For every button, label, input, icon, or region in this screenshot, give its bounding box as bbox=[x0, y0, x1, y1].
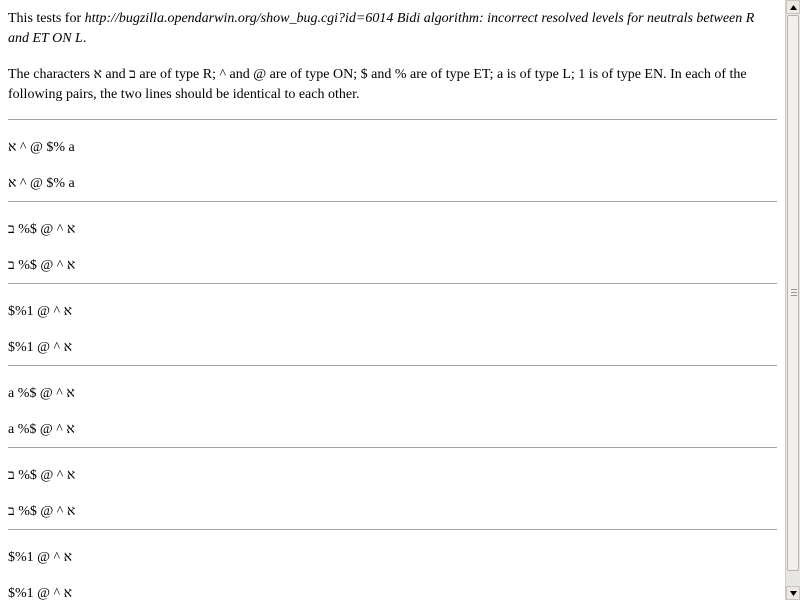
divider bbox=[8, 365, 777, 367]
pair-5-line-1: ב %$ @ ^ א bbox=[8, 468, 76, 483]
intro-paragraph: This tests for http://bugzilla.opendarwi… bbox=[8, 9, 778, 49]
scrollbar-thumb[interactable] bbox=[787, 15, 799, 571]
pair-4-line-1: a %$ @ ^ א bbox=[8, 386, 75, 401]
pair-6-line-1: $%1 @ ^ א bbox=[8, 550, 73, 565]
pair-1-line-1: א ^ @ $% a bbox=[8, 140, 75, 155]
divider bbox=[8, 119, 777, 121]
pair-1-line-2: א ^ @ $% a bbox=[8, 176, 75, 191]
scroll-down-button[interactable] bbox=[786, 586, 800, 600]
description-paragraph: The characters א and ב are of type R; ^ … bbox=[8, 67, 747, 102]
bug-link-text: http://bugzilla.opendarwin.org/show_bug.… bbox=[8, 11, 755, 46]
divider bbox=[8, 529, 777, 531]
vertical-scrollbar[interactable] bbox=[785, 0, 800, 600]
thumb-grip bbox=[791, 292, 797, 293]
intro-prefix: This tests for bbox=[8, 11, 85, 26]
pair-3-line-2: $%1 @ ^ א bbox=[8, 340, 73, 355]
pair-2-line-2: ב %$ @ ^ א bbox=[8, 258, 76, 273]
page-content: This tests for http://bugzilla.opendarwi… bbox=[0, 0, 785, 600]
pair-3-line-1: $%1 @ ^ א bbox=[8, 304, 73, 319]
pair-6-line-2: $%1 @ ^ א bbox=[8, 586, 73, 600]
thumb-grip bbox=[791, 289, 797, 290]
arrow-up-icon bbox=[790, 5, 797, 10]
divider bbox=[8, 447, 777, 449]
arrow-down-icon bbox=[790, 591, 797, 596]
pair-5-line-2: ב %$ @ ^ א bbox=[8, 504, 76, 519]
divider bbox=[8, 283, 777, 285]
scroll-up-button[interactable] bbox=[786, 0, 800, 14]
pair-2-line-1: ב %$ @ ^ א bbox=[8, 222, 76, 237]
divider bbox=[8, 201, 777, 203]
thumb-grip bbox=[791, 295, 797, 296]
pair-4-line-2: a %$ @ ^ א bbox=[8, 422, 75, 437]
intro-suffix: . bbox=[82, 31, 87, 46]
